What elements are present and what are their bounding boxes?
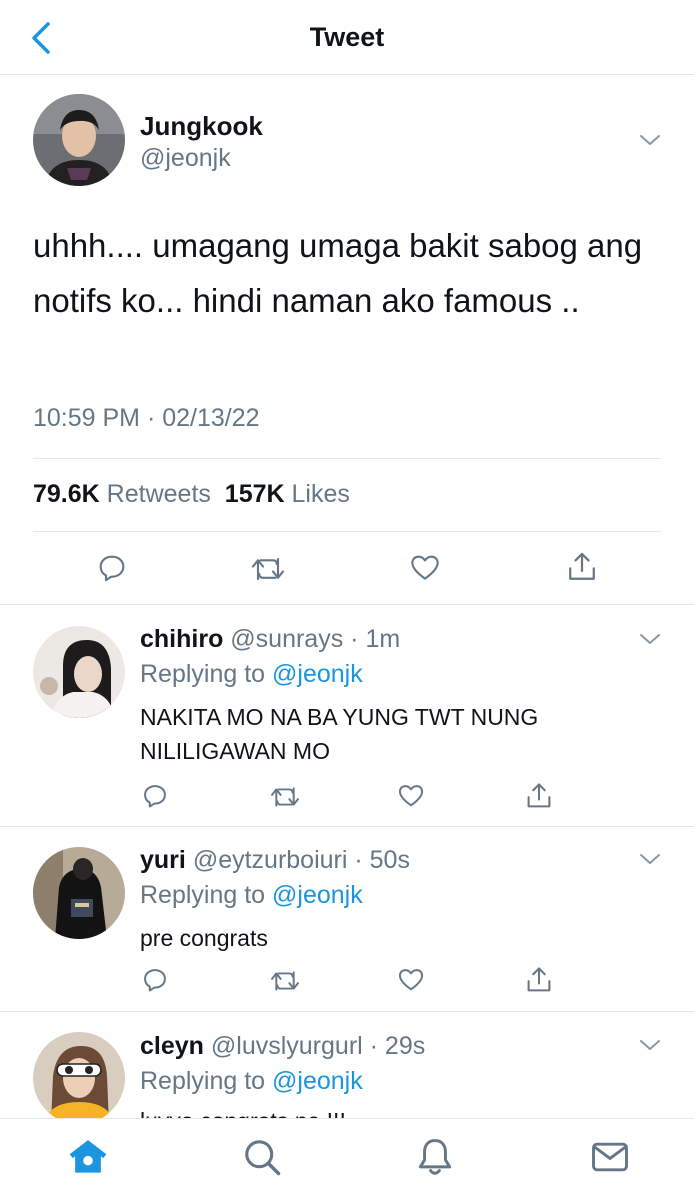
reply-time: · 50s (354, 846, 410, 874)
like-button[interactable] (397, 966, 425, 994)
retweet-button[interactable] (269, 784, 301, 810)
reply-author-handle[interactable]: @eytzurboiuri (193, 846, 348, 874)
search-icon (245, 1140, 281, 1176)
replying-to-label: Replying to (140, 881, 266, 909)
share-button[interactable] (525, 781, 553, 811)
reply-options-button[interactable] (639, 1038, 661, 1052)
page-title: Tweet (309, 22, 385, 52)
reply-clip: cleyn @luvslyurgurl · 29s Replying to @j… (0, 1012, 694, 1118)
reply-author-name[interactable]: cleyn (140, 1032, 204, 1060)
reply-author-name[interactable]: chihiro (140, 625, 223, 653)
reply-header: chihiro @sunrays · 1m (140, 625, 400, 654)
reply-header: yuri @eytzurboiuri · 50s (140, 846, 410, 875)
retweet-button[interactable] (250, 554, 286, 584)
home-icon (69, 1140, 107, 1173)
tab-home[interactable] (66, 1135, 110, 1179)
reply-icon (144, 969, 166, 992)
reply-avatar[interactable] (33, 847, 125, 939)
share-icon (527, 783, 551, 808)
retweet-icon (251, 557, 285, 581)
reply-time: · 1m (350, 625, 401, 653)
replying-to: Replying to @jeonjk (140, 660, 363, 689)
reply-text: luvve congrats na !!! (140, 1104, 640, 1118)
like-count[interactable]: 157K (225, 480, 285, 508)
share-icon (527, 967, 551, 992)
author-name[interactable]: Jungkook (140, 111, 263, 142)
replying-to-handle[interactable]: @jeonjk (272, 660, 363, 688)
retweet-button[interactable] (269, 968, 301, 994)
like-button[interactable] (409, 552, 441, 584)
share-button[interactable] (525, 965, 553, 995)
stats-divider (33, 531, 661, 532)
retweet-count[interactable]: 79.6K (33, 480, 100, 508)
reply-text: pre congrats (140, 925, 268, 951)
heart-icon (411, 555, 439, 580)
tab-search[interactable] (240, 1135, 284, 1179)
header-divider (0, 74, 694, 75)
reply-text: NAKITA MO NA BA YUNG TWT NUNG NILILIGAWA… (140, 704, 539, 764)
reply-button[interactable] (141, 782, 169, 810)
retweet-icon (271, 971, 299, 991)
tweet-text: uhhh.... umagang umaga bakit sabog ang n… (33, 227, 643, 319)
reply-button[interactable] (141, 966, 169, 994)
tweet-divider (0, 604, 694, 605)
avatar-image (33, 626, 125, 718)
tab-bar (0, 1118, 694, 1201)
share-button[interactable] (566, 550, 598, 584)
reply-avatar[interactable] (33, 626, 125, 718)
chevron-down-icon (640, 135, 660, 145)
avatar-image (33, 94, 125, 186)
author-handle[interactable]: @jeonjk (140, 144, 231, 173)
tweet-options-button[interactable] (639, 133, 661, 147)
replying-to: Replying to @jeonjk (140, 1067, 363, 1096)
replying-to-handle[interactable]: @jeonjk (272, 881, 363, 909)
retweet-icon (271, 787, 299, 807)
reply-author-name[interactable]: yuri (140, 846, 186, 874)
replying-to: Replying to @jeonjk (140, 881, 363, 910)
chevron-down-icon (640, 854, 660, 864)
chevron-down-icon (640, 634, 660, 644)
reply-options-button[interactable] (639, 632, 661, 646)
reply-button[interactable] (96, 552, 128, 584)
timestamp-divider (33, 458, 661, 459)
reply-icon (144, 785, 166, 808)
reply-time: · 29s (369, 1032, 426, 1060)
tab-notifications[interactable] (413, 1135, 457, 1179)
retweet-label[interactable]: Retweets (107, 480, 211, 508)
notifications-icon (418, 1139, 452, 1175)
replying-to-label: Replying to (140, 1067, 266, 1095)
avatar-image (33, 847, 125, 939)
replying-to-handle[interactable]: @jeonjk (272, 1067, 363, 1095)
like-label[interactable]: Likes (292, 480, 350, 508)
replying-to-label: Replying to (140, 660, 266, 688)
heart-icon (398, 969, 424, 991)
reply-divider (0, 826, 694, 827)
reply-options-button[interactable] (639, 852, 661, 866)
share-icon (569, 552, 595, 580)
author-avatar[interactable] (33, 94, 125, 186)
reply-avatar[interactable] (33, 1032, 125, 1118)
heart-icon (398, 785, 424, 807)
like-button[interactable] (397, 782, 425, 810)
tweet-timestamp: 10:59 PM · 02/13/22 (33, 404, 260, 432)
reply-author-handle[interactable]: @luvslyurgurl (211, 1032, 363, 1060)
avatar-image (33, 1032, 125, 1118)
tab-messages[interactable] (588, 1135, 632, 1179)
reply-author-handle[interactable]: @sunrays (230, 625, 343, 653)
chevron-down-icon (640, 1040, 660, 1050)
tweet-stats: 79.6K Retweets 157K Likes (33, 480, 350, 509)
reply-icon (99, 555, 125, 582)
reply-header: cleyn @luvslyurgurl · 29s (140, 1032, 425, 1061)
messages-icon (592, 1142, 628, 1172)
